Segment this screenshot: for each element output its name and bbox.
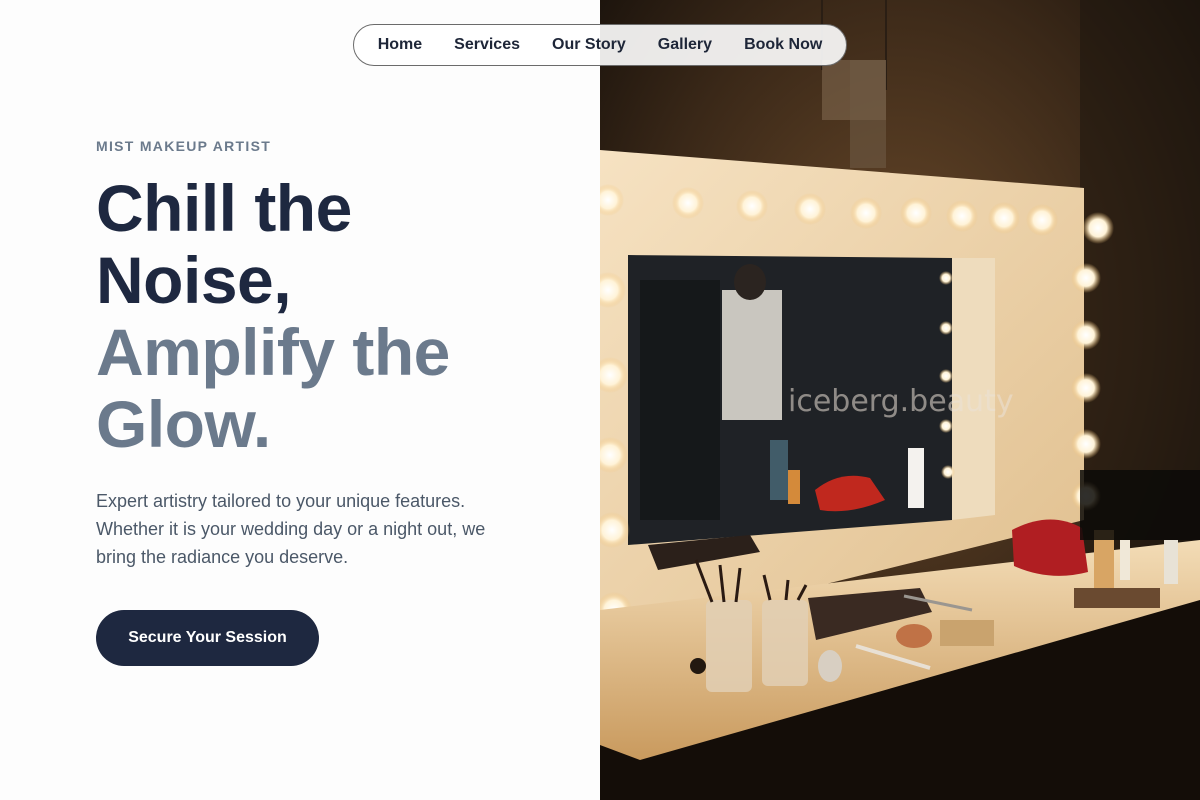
top-navigation: Home Services Our Story Gallery Book Now <box>353 24 847 66</box>
hero-left-pane: MIST MAKEUP ARTIST Chill the Noise, Ampl… <box>0 0 600 800</box>
headline-line-3: Amplify the <box>96 315 450 389</box>
nav-home[interactable]: Home <box>378 36 422 54</box>
nav-gallery[interactable]: Gallery <box>658 36 712 54</box>
brand-eyebrow: MIST MAKEUP ARTIST <box>96 138 272 154</box>
watermark-text: iceberg.beauty <box>788 384 1014 419</box>
nav-book-now[interactable]: Book Now <box>744 36 822 54</box>
nav-services[interactable]: Services <box>454 36 520 54</box>
hero-headline: Chill the Noise, Amplify the Glow. <box>96 172 576 460</box>
headline-line-2: Noise, <box>96 243 292 317</box>
secure-session-button[interactable]: Secure Your Session <box>96 610 319 666</box>
headline-line-1: Chill the <box>96 171 352 245</box>
hero-description: Expert artistry tailored to your unique … <box>96 491 486 567</box>
headline-line-4: Glow. <box>96 387 271 461</box>
nav-our-story[interactable]: Our Story <box>552 36 626 54</box>
